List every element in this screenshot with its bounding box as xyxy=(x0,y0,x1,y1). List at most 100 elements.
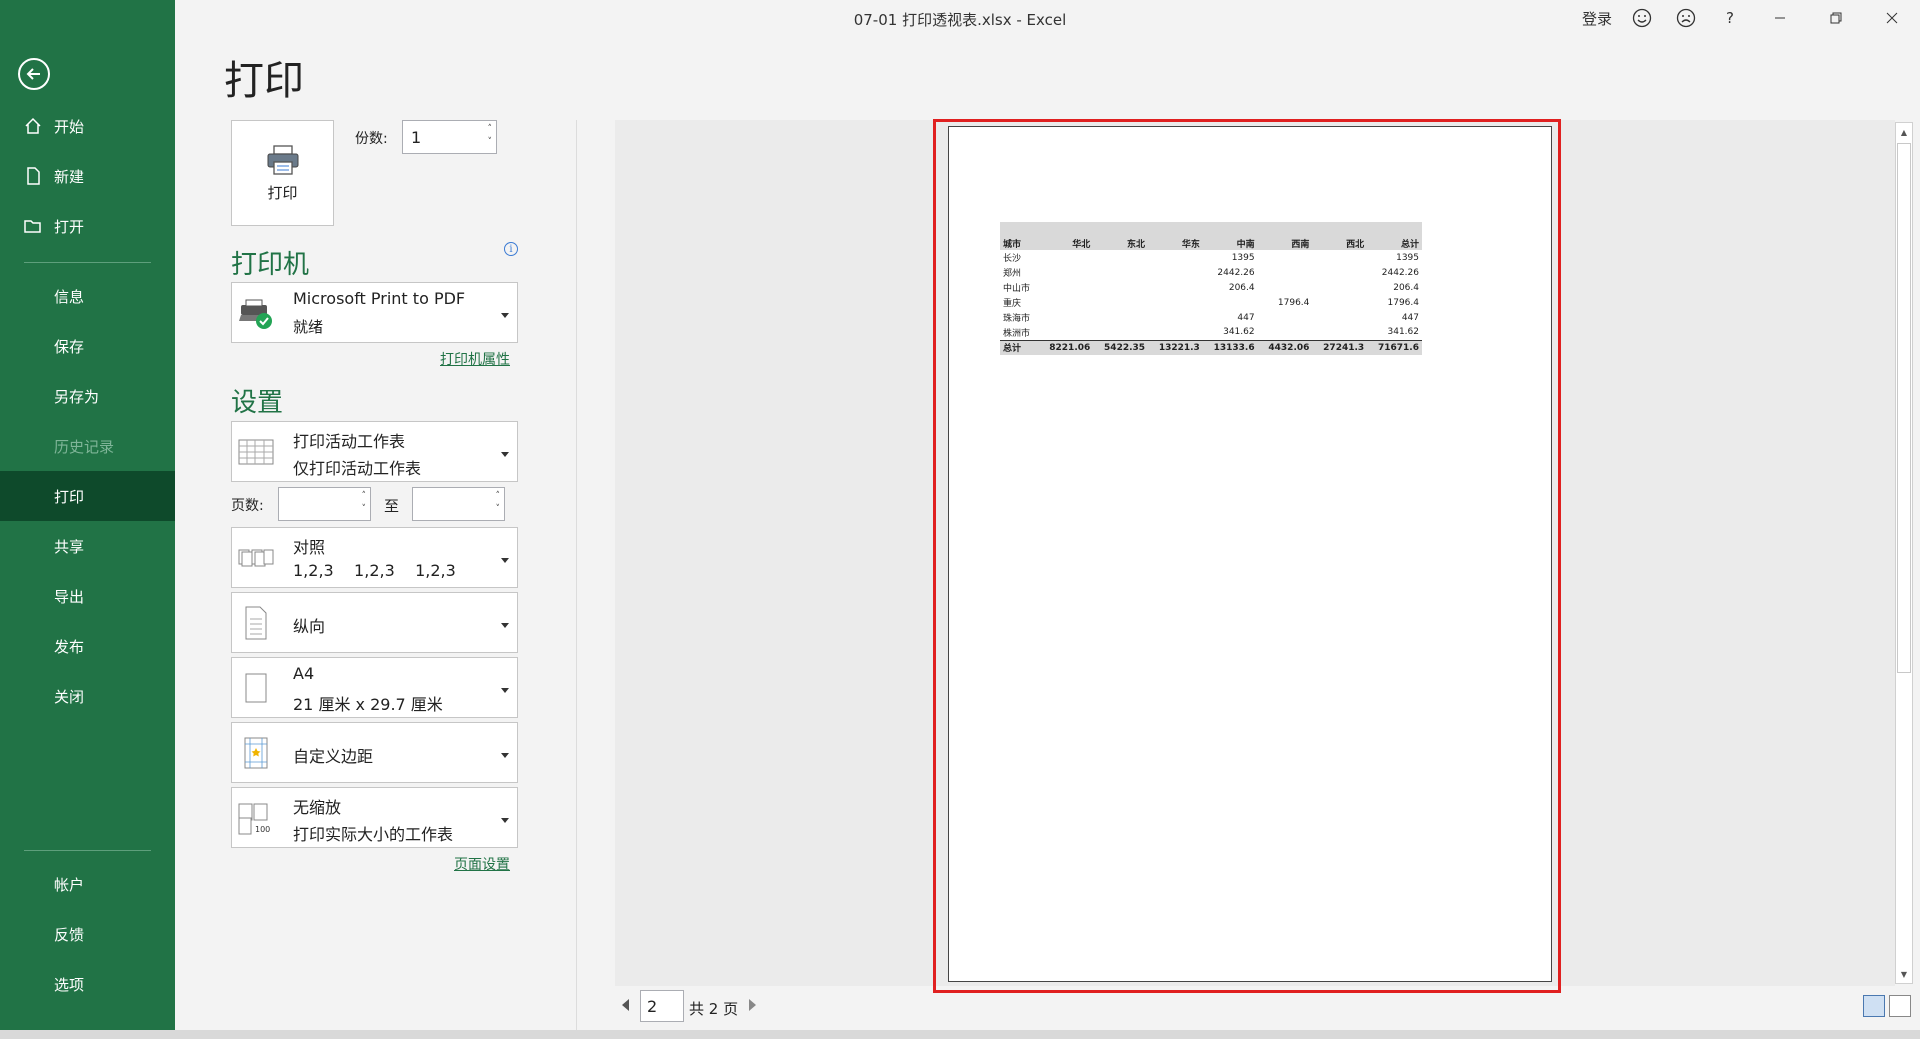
scaling-dropdown[interactable]: 100 无缩放 打印实际大小的工作表 xyxy=(231,787,518,848)
sidebar-divider xyxy=(24,850,151,851)
close-window-button[interactable] xyxy=(1864,0,1920,36)
table-cell: 株洲市 xyxy=(1003,328,1031,339)
table-cell xyxy=(1148,325,1203,340)
portrait-page-icon xyxy=(245,606,267,639)
paper-size-icon xyxy=(245,673,267,702)
table-cell: 郑州 xyxy=(1003,269,1022,279)
nav-new[interactable]: 新建 xyxy=(0,151,175,201)
printer-dropdown[interactable]: Microsoft Print to PDF 就绪 xyxy=(231,282,518,343)
copies-label: 份数: xyxy=(355,131,388,147)
table-cell: 341.62 xyxy=(1223,327,1255,338)
table-cell xyxy=(1312,250,1367,265)
pages-from-spinner[interactable]: ˄ ˅ xyxy=(362,490,367,516)
pivot-header-cell: 东北 xyxy=(1093,222,1149,250)
nav-label: 历史记录 xyxy=(54,437,115,456)
printer-properties-link[interactable]: 打印机属性 xyxy=(440,349,510,369)
previous-page-icon[interactable] xyxy=(622,999,629,1011)
nav-label: 信息 xyxy=(54,287,85,306)
nav-label: 发布 xyxy=(54,637,85,656)
copies-spinner[interactable]: ˄ ˅ xyxy=(488,123,493,149)
table-cell: 中山市 xyxy=(1003,284,1031,294)
sidebar-divider xyxy=(24,262,151,263)
zoom-to-page-icon[interactable] xyxy=(1889,995,1911,1017)
sign-in-link[interactable]: 登录 xyxy=(1582,8,1612,29)
current-page-input[interactable]: 2 xyxy=(640,990,684,1022)
copies-value: 1 xyxy=(411,127,422,147)
table-row: 重庆 1796.4 1796.4 xyxy=(1000,295,1422,310)
window-title: 07-01 打印透视表.xlsx - Excel xyxy=(853,11,1067,29)
table-cell: 1796.4 xyxy=(1387,297,1420,308)
status-bar xyxy=(0,1030,1920,1039)
table-cell xyxy=(1258,250,1313,265)
nav-publish[interactable]: 发布 xyxy=(0,621,175,671)
print-what-dropdown[interactable]: 打印活动工作表 仅打印活动工作表 xyxy=(231,421,518,482)
nav-save-as[interactable]: 另存为 xyxy=(0,371,175,421)
scrollbar-thumb[interactable] xyxy=(1897,143,1911,673)
info-icon[interactable]: i xyxy=(504,242,518,256)
nav-label: 反馈 xyxy=(54,925,85,944)
nav-options[interactable]: 选项 xyxy=(0,959,175,1009)
print-button[interactable]: 打印 xyxy=(231,120,334,226)
orientation-main: 纵向 xyxy=(293,617,326,636)
nav-open[interactable]: 打开 xyxy=(0,201,175,251)
nav-home[interactable]: 开始 xyxy=(0,101,175,151)
next-page-icon[interactable] xyxy=(749,999,756,1011)
nav-feedback[interactable]: 反馈 xyxy=(0,909,175,959)
preview-scrollbar[interactable]: ▲ ▼ xyxy=(1895,122,1913,984)
table-cell: 27241.3 xyxy=(1312,339,1368,355)
nav-share[interactable]: 共享 xyxy=(0,521,175,571)
table-cell: 长沙 xyxy=(1003,254,1022,264)
pivot-header-cell: 西南 xyxy=(1257,222,1313,250)
pages-from-input[interactable]: ˄ ˅ xyxy=(278,487,371,521)
printer-section-title: 打印机 xyxy=(231,250,310,280)
nav-print[interactable]: 打印 xyxy=(0,471,175,521)
total-pages-label: 共 2 页 xyxy=(689,1000,739,1018)
table-cell: 8221.06 xyxy=(1038,339,1094,355)
collate-dropdown[interactable]: 对照 1,2,3 1,2,3 1,2,3 xyxy=(231,527,518,588)
restore-button[interactable] xyxy=(1808,0,1864,36)
collate-sub: 1,2,3 1,2,3 1,2,3 xyxy=(293,561,456,580)
table-cell xyxy=(1038,250,1093,265)
pages-to-spinner[interactable]: ˄ ˅ xyxy=(496,490,501,516)
pages-to-input[interactable]: ˄ ˅ xyxy=(412,487,505,521)
show-margins-icon[interactable] xyxy=(1863,995,1885,1017)
table-cell: 447 xyxy=(1401,312,1419,323)
orientation-dropdown[interactable]: 纵向 xyxy=(231,592,518,653)
minimize-button[interactable] xyxy=(1752,0,1808,36)
table-cell xyxy=(1093,325,1148,340)
margins-dropdown[interactable]: 自定义边距 xyxy=(231,722,518,783)
scroll-down-icon[interactable]: ▼ xyxy=(1896,965,1912,983)
smile-feedback-icon[interactable] xyxy=(1620,0,1664,36)
scaling-sub: 打印实际大小的工作表 xyxy=(293,825,454,844)
table-cell xyxy=(1038,295,1093,310)
scroll-up-icon[interactable]: ▲ xyxy=(1896,123,1912,141)
frown-feedback-icon[interactable] xyxy=(1664,0,1708,36)
nav-close[interactable]: 关闭 xyxy=(0,671,175,721)
paper-size-sub: 21 厘米 x 29.7 厘米 xyxy=(293,695,443,714)
nav-export[interactable]: 导出 xyxy=(0,571,175,621)
nav-info[interactable]: 信息 xyxy=(0,271,175,321)
table-cell: 5422.35 xyxy=(1093,339,1149,355)
chevron-down-icon xyxy=(501,622,509,628)
help-button[interactable]: ? xyxy=(1708,0,1752,36)
table-cell xyxy=(1203,295,1258,310)
back-arrow-icon[interactable] xyxy=(18,58,50,90)
nav-label: 另存为 xyxy=(54,387,100,406)
table-row: 株洲市 341.62 341.62 xyxy=(1000,325,1422,340)
margins-main: 自定义边距 xyxy=(293,747,374,766)
nav-account[interactable]: 帐户 xyxy=(0,859,175,909)
nav-label: 打印 xyxy=(54,487,85,506)
table-cell xyxy=(1038,310,1093,325)
table-cell xyxy=(1093,250,1148,265)
copies-input[interactable]: 1 ˄ ˅ xyxy=(402,120,497,154)
table-cell xyxy=(1148,280,1203,295)
no-scaling-icon: 100 xyxy=(238,803,270,834)
nav-save[interactable]: 保存 xyxy=(0,321,175,371)
chevron-down-icon xyxy=(501,752,509,758)
chevron-down-icon xyxy=(501,817,509,823)
table-row: 中山市 206.4 206.4 xyxy=(1000,280,1422,295)
page-setup-link[interactable]: 页面设置 xyxy=(454,854,510,874)
print-what-sub: 仅打印活动工作表 xyxy=(293,459,422,478)
table-cell xyxy=(1258,265,1313,280)
paper-size-dropdown[interactable]: A4 21 厘米 x 29.7 厘米 xyxy=(231,657,518,718)
